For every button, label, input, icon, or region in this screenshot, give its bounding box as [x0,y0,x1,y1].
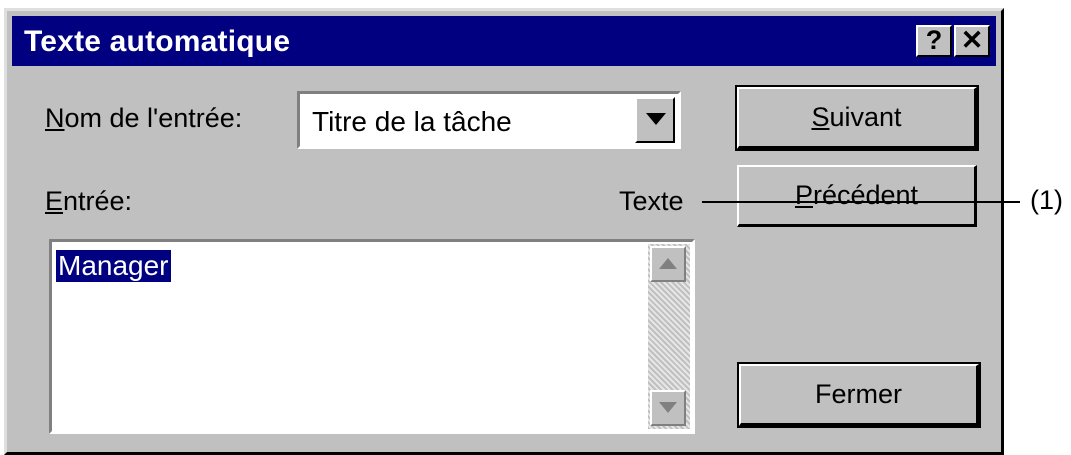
previous-button[interactable]: Précédent [737,165,977,227]
dropdown-button[interactable] [635,97,675,143]
entry-name-dropdown[interactable]: Titre de la tâche [297,91,681,149]
arrow-up-icon [659,258,677,269]
chevron-down-icon [646,113,666,125]
next-button[interactable]: Suivant [735,85,979,151]
vertical-scrollbar[interactable] [648,244,690,429]
scroll-up-button[interactable] [650,246,686,282]
window-title: Texte automatique [24,25,291,58]
entry-name-label: Nom de l'entrée: [45,103,243,133]
entry-type-label: Texte [619,186,684,216]
close-dialog-button[interactable]: Fermer [737,362,981,428]
callout-label: (1) [1030,185,1063,216]
callout-line [702,201,1020,203]
arrow-down-icon [659,402,677,413]
close-button[interactable]: ✕ [954,25,990,57]
list-item[interactable]: Manager [56,250,171,282]
help-button[interactable]: ? [916,25,952,57]
entry-label: Entrée: [45,186,133,216]
title-bar[interactable]: Texte automatique ? ✕ [12,16,996,66]
entry-name-value: Titre de la tâche [312,106,512,137]
autotext-dialog: Texte automatique ? ✕ Nom de l'entrée: T… [4,8,1004,455]
entry-list[interactable]: Manager [49,239,695,434]
scroll-down-button[interactable] [650,390,686,426]
